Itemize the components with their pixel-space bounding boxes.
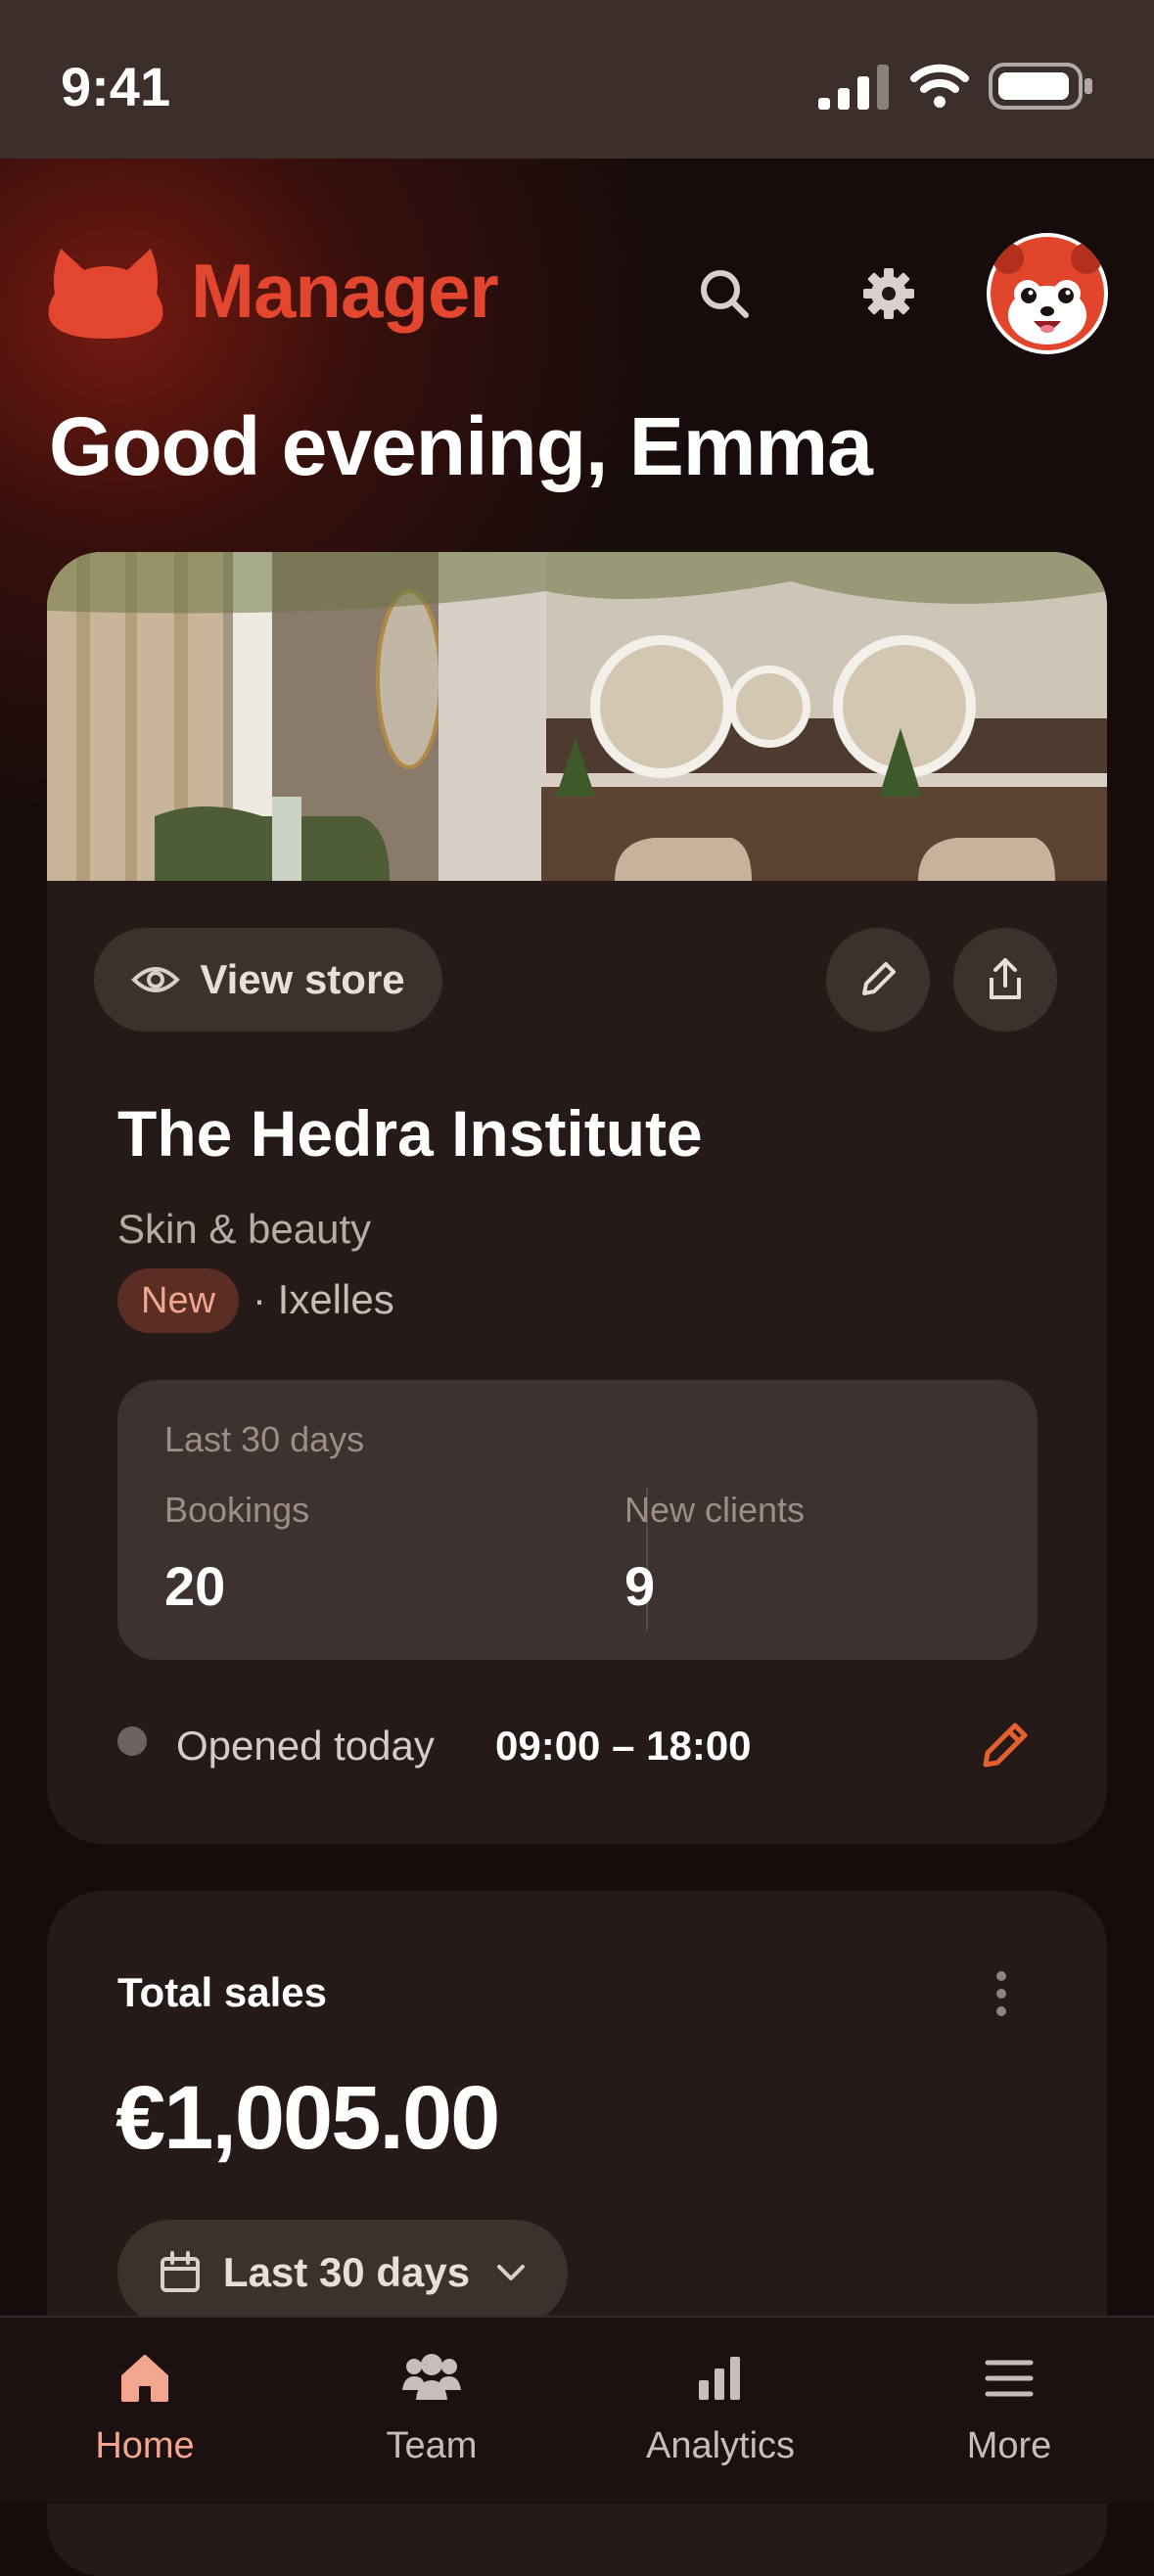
tab-home[interactable]: Home	[37, 2318, 253, 2504]
hours-status: Opened today	[176, 1723, 435, 1769]
settings-button[interactable]	[850, 254, 928, 333]
new-clients-label: New clients	[624, 1490, 806, 1530]
share-icon	[990, 958, 1021, 999]
sales-title: Total sales	[117, 1969, 327, 2015]
tab-analytics-label: Analytics	[645, 2425, 796, 2466]
store-category: Skin & beauty	[117, 1206, 372, 1252]
tab-home-label: Home	[95, 2425, 195, 2466]
red-panda-avatar-icon	[991, 237, 1104, 350]
bookings-label: Bookings	[164, 1490, 310, 1530]
pencil-icon	[983, 1723, 1028, 1768]
search-icon	[701, 270, 749, 318]
sales-more-button[interactable]	[967, 1959, 1036, 2028]
pencil-icon	[862, 962, 896, 995]
edit-store-button[interactable]	[826, 928, 930, 1032]
greeting-heading: Good evening, Emma	[49, 400, 873, 492]
new-clients-value: 9	[624, 1555, 656, 1617]
tab-team[interactable]: Team	[324, 2318, 539, 2504]
store-photo	[47, 552, 1107, 881]
tab-more-label: More	[966, 2425, 1052, 2466]
wifi-icon	[910, 64, 969, 108]
signal-icon	[818, 65, 889, 110]
share-store-button[interactable]	[953, 928, 1057, 1032]
view-store-button[interactable]: View store	[94, 928, 442, 1032]
gear-icon	[863, 268, 914, 319]
more-vertical-icon	[996, 1971, 1006, 2016]
tab-more[interactable]: More	[901, 2318, 1117, 2504]
stats-period: Last 30 days	[164, 1419, 365, 1459]
logo-icon	[48, 249, 163, 339]
tab-bar: Home Team Analytics More	[0, 2316, 1154, 2504]
menu-icon	[985, 2360, 1034, 2397]
date-range-label: Last 30 days	[222, 2249, 471, 2295]
avatar[interactable]	[987, 233, 1108, 354]
hours-range: 09:00 – 18:00	[495, 1723, 752, 1769]
new-badge: New	[117, 1268, 240, 1333]
bookings-value: 20	[164, 1555, 226, 1617]
team-icon	[402, 2354, 461, 2400]
hours-status-dot	[117, 1726, 147, 1756]
app-title: Manager	[191, 248, 499, 334]
calendar-icon	[160, 2251, 200, 2292]
store-location: · Ixelles	[253, 1276, 394, 1322]
stats-box: Last 30 days Bookings 20 New clients 9	[117, 1380, 1038, 1660]
tab-team-label: Team	[386, 2425, 478, 2466]
store-name: The Hedra Institute	[117, 1097, 703, 1170]
battery-icon	[989, 63, 1092, 110]
status-bar: 9:41	[0, 0, 1154, 159]
view-store-label: View store	[200, 956, 405, 1002]
date-range-select[interactable]: Last 30 days	[117, 2220, 568, 2325]
home-icon	[121, 2355, 168, 2402]
edit-hours-button[interactable]	[971, 1711, 1039, 1779]
sales-amount: €1,005.00	[115, 2068, 500, 2168]
chevron-down-icon	[497, 2265, 526, 2280]
status-time: 9:41	[61, 56, 171, 117]
search-button[interactable]	[685, 254, 763, 333]
store-card: View store The Hedra Institute Skin & be…	[47, 552, 1107, 1844]
tab-analytics[interactable]: Analytics	[613, 2318, 828, 2504]
analytics-icon	[699, 2357, 740, 2400]
eye-icon	[131, 967, 181, 992]
